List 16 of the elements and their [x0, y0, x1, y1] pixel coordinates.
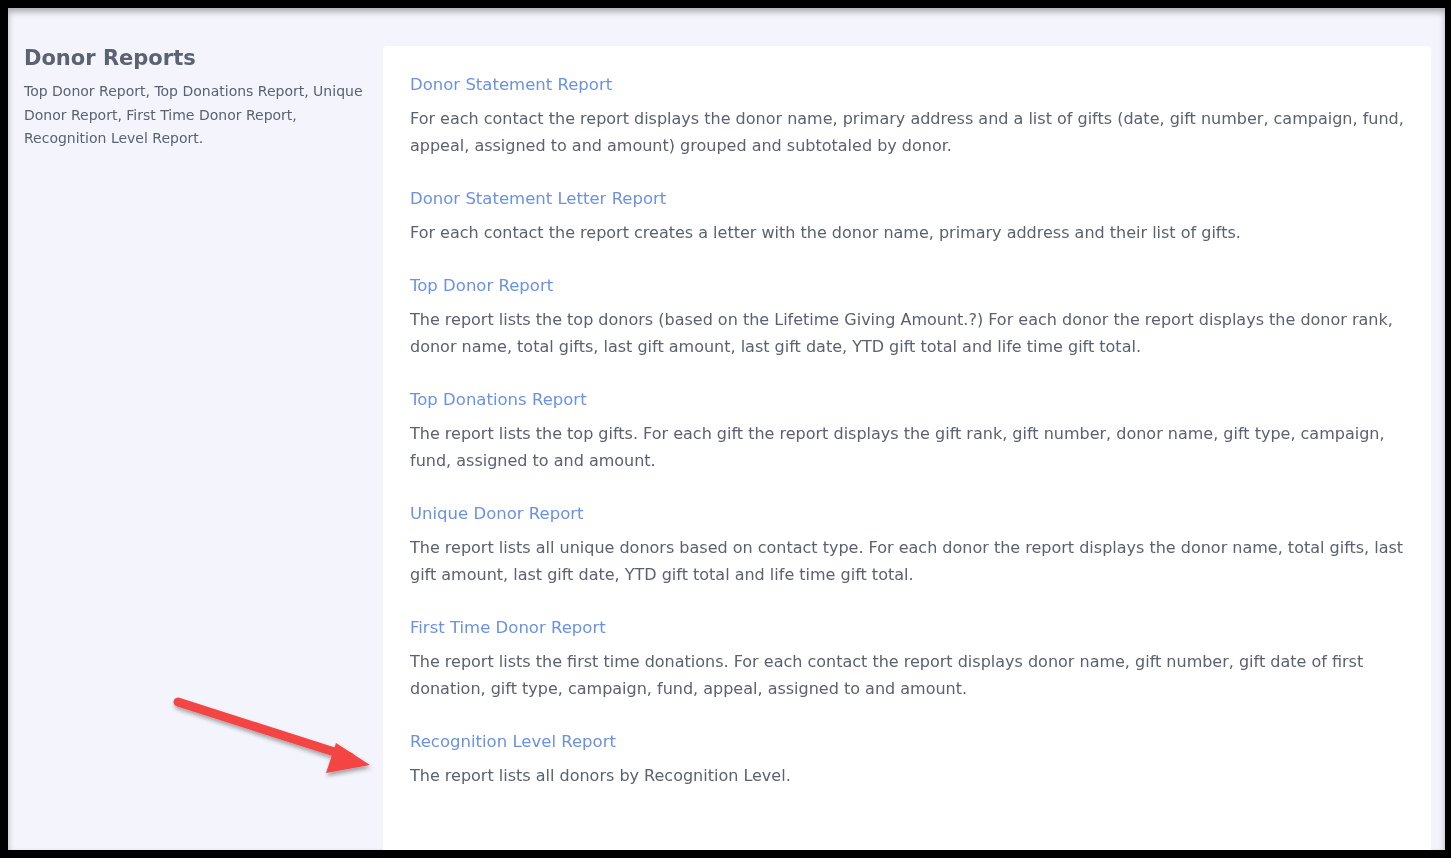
report-description: The report lists all donors by Recognition Level. [410, 765, 792, 787]
report-description: For each contact the report displays the donor name, primary address and a list of gifts (date, gift number, campaign, fund, appeal, assigned to and amount) grouped and subtotaled by donor. [410, 108, 1404, 157]
report-link[interactable]: Top Donor Report [410, 276, 554, 295]
report-description: The report lists the top donors (based on the Lifetime Giving Amount.?) For each donor the report displays the donor rank, donor name, total gifts, last gift amount, last gift date, YTD gift total and life time gift total. [410, 309, 1394, 358]
report-link[interactable]: Donor Statement Letter Report [410, 189, 667, 208]
report-description: The report lists the top gifts. For each gift the report displays the gift rank, gift number, donor name, gift type, campaign, fund, assigned to and amount. [410, 423, 1386, 472]
report-link[interactable]: First Time Donor Report [410, 618, 606, 637]
report-description: For each contact the report creates a letter with the donor name, primary address and their list of gifts. [410, 222, 1242, 244]
report-link[interactable]: Recognition Level Report [410, 732, 616, 751]
section-summary: Top Donor Report, Top Donations Report, Unique Donor Report, First Time Donor Report, Recognition Level Report. [24, 82, 364, 148]
report-link[interactable]: Unique Donor Report [410, 504, 584, 523]
report-description: The report lists the first time donations. For each contact the report displays donor name, gift number, gift date of first donation, gift type, campaign, fund, appeal, assigned to and amount. [410, 651, 1365, 700]
report-link[interactable]: Top Donations Report [410, 390, 587, 409]
report-link[interactable]: Donor Statement Report [410, 75, 613, 94]
section-title: Donor Reports [24, 46, 197, 70]
report-description: The report lists all unique donors based on contact type. For each donor the report displays the donor name, total gifts, last gift amount, last gift date, YTD gift total and life time gift total. [410, 537, 1404, 586]
